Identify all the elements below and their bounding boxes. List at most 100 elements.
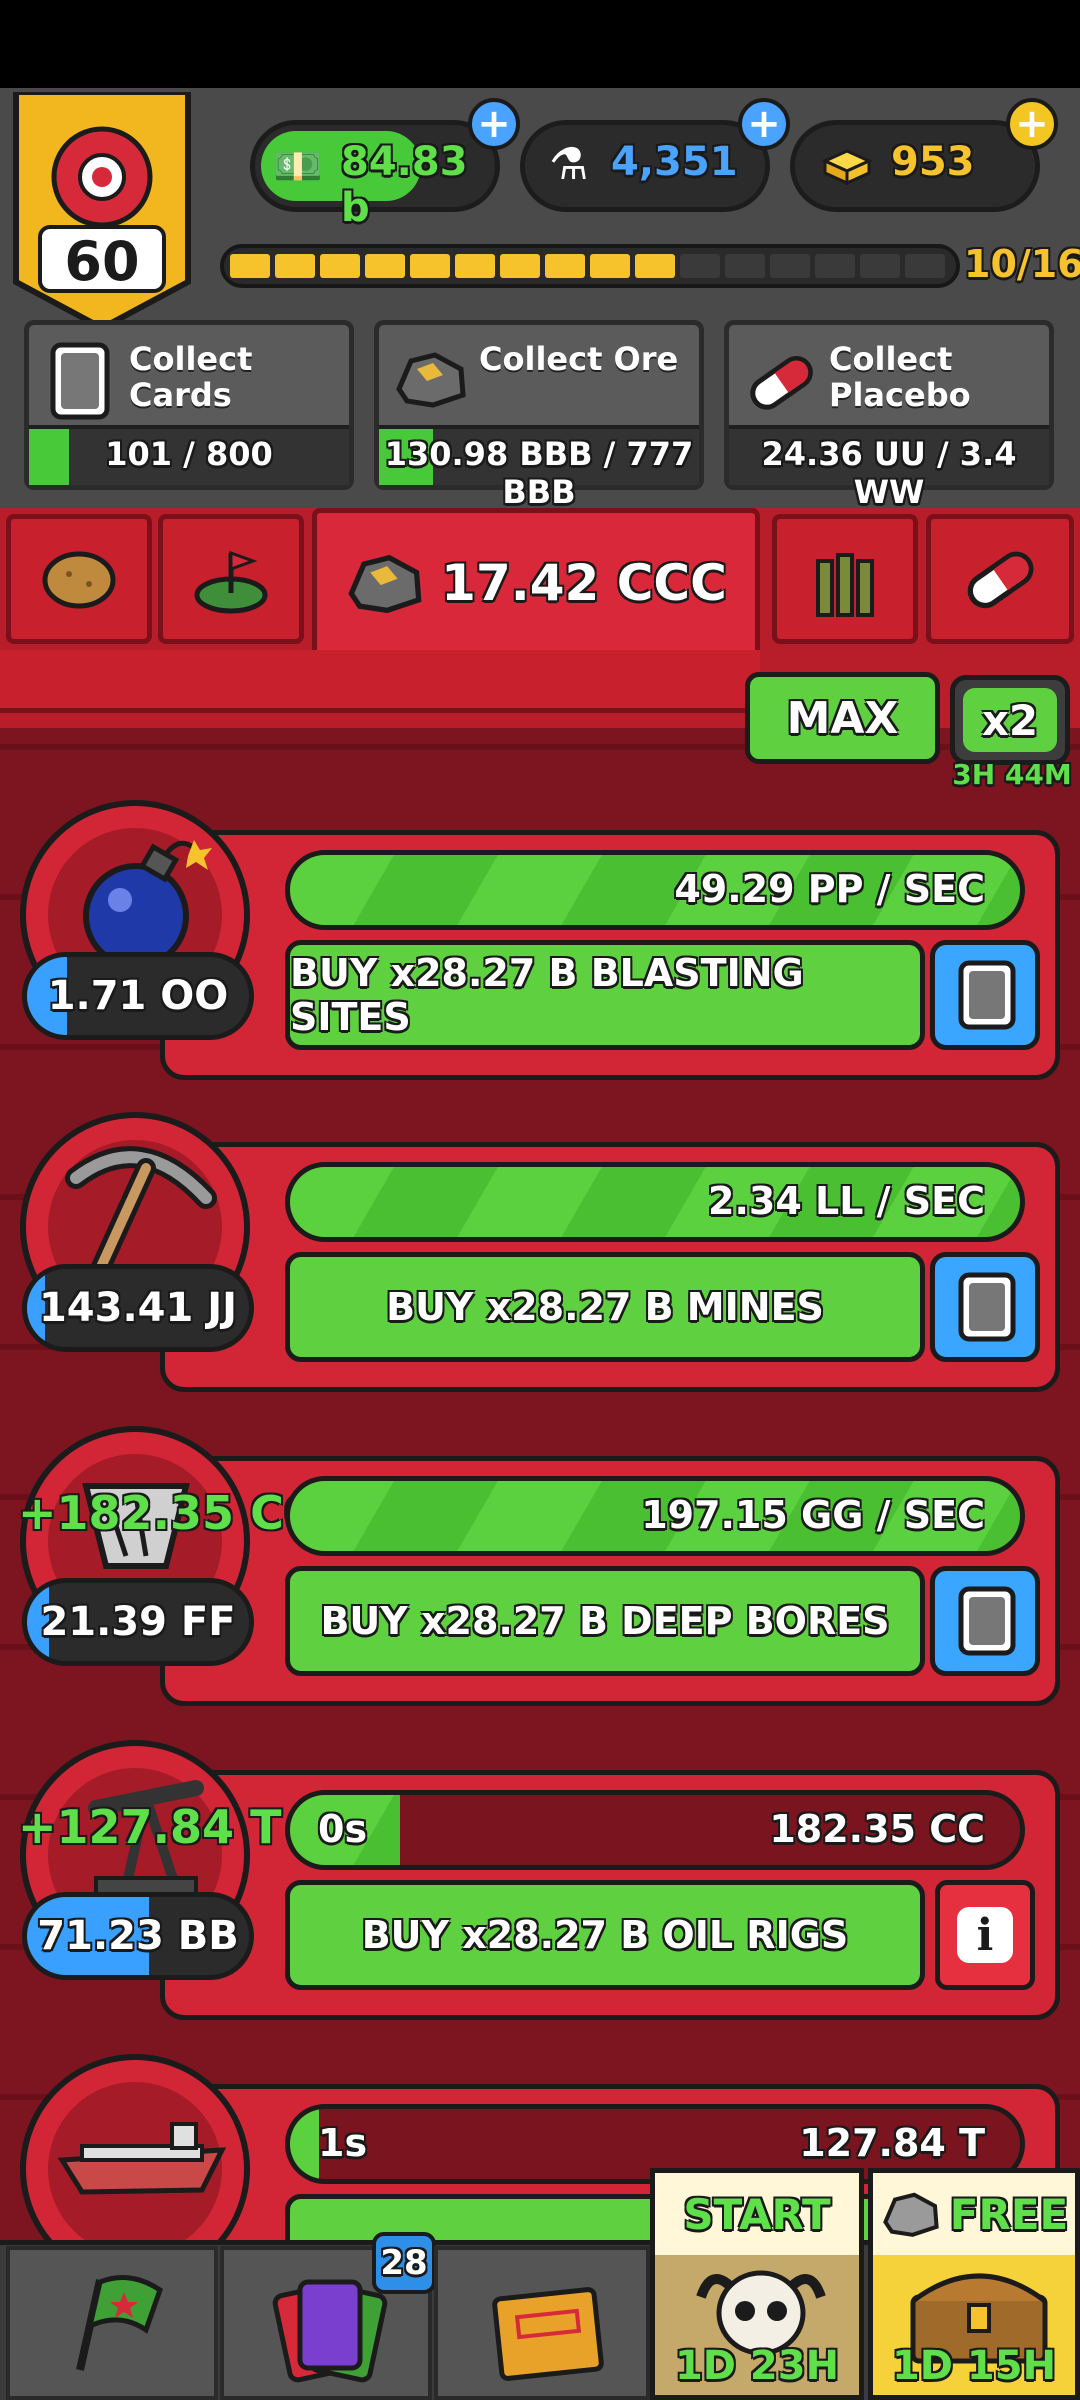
buy-label: BUY x28.27 B BLASTING SITES [290, 951, 804, 1039]
add-gold-button[interactable]: + [1006, 98, 1058, 150]
upgrade-card-button[interactable] [930, 1566, 1040, 1676]
pill-icon [750, 355, 813, 410]
xp-segment [410, 254, 450, 278]
upgrade-card-button[interactable] [930, 940, 1040, 1050]
production-bar: 0s 182.35 CC [285, 1790, 1025, 1870]
science-value: 4,351 [611, 139, 738, 185]
owned-count-pill: 143.41 JJ [22, 1264, 254, 1352]
buy-blasting-sites-button[interactable]: BUY x28.27 B BLASTING SITES [285, 940, 925, 1050]
tab-ammo[interactable] [772, 514, 918, 644]
card-icon [958, 1586, 1016, 1656]
xp-segment [590, 254, 630, 278]
production-bar: 49.29 PP / SEC [285, 850, 1025, 930]
xp-segment [725, 254, 765, 278]
ore-icon [396, 352, 466, 408]
gold-bar-icon [821, 149, 873, 186]
max-label: MAX [786, 692, 899, 744]
production-rate: 182.35 CC [769, 1807, 985, 1851]
event-start-button[interactable]: START 1D 23H [650, 2168, 864, 2400]
buy-deep-bores-button[interactable]: BUY x28.27 B DEEP BORES [285, 1566, 925, 1676]
collect-cards-progress: 101 / 800 [29, 425, 349, 485]
map-flag-icon [194, 550, 268, 614]
event-free-button[interactable]: FREE 1D 15H [868, 2168, 1080, 2400]
gold-pill[interactable]: 953 [790, 120, 1040, 212]
ore-icon [348, 554, 422, 614]
potato-icon [42, 551, 116, 609]
xp-segment [230, 254, 270, 278]
upgrade-card-button[interactable] [930, 1252, 1040, 1362]
x2-boost-button[interactable]: x2 [950, 675, 1070, 765]
plus-icon: + [477, 101, 511, 147]
xp-segment [860, 254, 900, 278]
collect-cards-button[interactable]: Collect Cards 101 / 800 [24, 320, 354, 490]
xp-segment [815, 254, 855, 278]
plus-icon: + [1015, 101, 1049, 147]
info-button[interactable]: i [935, 1880, 1035, 1990]
industry-row-mines: 143.41 JJ 2.34 LL / SEC BUY x28.27 B MIN… [10, 1102, 1070, 1392]
owned-count-pill: 1.71 OO [22, 952, 254, 1040]
nav-research-button[interactable] [434, 2246, 650, 2400]
owned-count: 21.39 FF [40, 1599, 236, 1645]
collect-ore-button[interactable]: Collect Ore 130.98 BBB / 777 BBB [374, 320, 704, 511]
cards-badge-count: 28 [380, 2243, 428, 2283]
max-buy-button[interactable]: MAX [745, 672, 940, 764]
tab-ore[interactable]: 17.42 CCC [312, 508, 760, 658]
level-banner[interactable]: 60 [10, 89, 194, 332]
flask-icon: ⚗ [549, 139, 589, 190]
production-rate: 127.84 T [799, 2121, 985, 2165]
tab-placebo[interactable] [926, 514, 1074, 644]
cards-icon [272, 2279, 388, 2383]
production-rate: 2.34 LL / SEC [708, 1179, 985, 1223]
production-rate: 49.29 PP / SEC [674, 867, 985, 911]
collect-ore-title: Collect Ore [479, 340, 679, 378]
flag-icon [76, 2275, 164, 2371]
collect-placebo-value: 24.36 UU / 3.4 WW [761, 435, 1017, 511]
card-icon [958, 1272, 1016, 1342]
nav-map-button[interactable] [6, 2246, 218, 2400]
buy-mines-button[interactable]: BUY x28.27 B MINES [285, 1252, 925, 1362]
xp-segment [635, 254, 675, 278]
tanker-ship-icon [57, 2122, 227, 2195]
buy-label: BUY x28.27 B MINES [386, 1285, 824, 1329]
collect-placebo-title: Collect Placebo [829, 340, 971, 414]
xp-progress-bar [220, 244, 960, 288]
event-free-label: FREE [949, 2189, 1069, 2239]
event-start-timer: 1D 23H [674, 2343, 840, 2389]
tab-map[interactable] [158, 514, 304, 644]
add-cash-button[interactable]: + [468, 98, 520, 150]
owned-count: 71.23 BB [37, 1913, 239, 1959]
collect-placebo-button[interactable]: Collect Placebo 24.36 UU / 3.4 WW [724, 320, 1054, 511]
card-icon [50, 342, 110, 420]
cash-icon: 💵 [273, 144, 323, 190]
collect-placebo-progress: 24.36 UU / 3.4 WW [729, 425, 1049, 511]
xp-progress-text: 10/16 [964, 242, 1080, 286]
collect-ore-value: 130.98 BBB / 777 BBB [384, 435, 694, 511]
owned-count-pill: 71.23 BB [22, 1892, 254, 1980]
tab-underline [0, 650, 760, 713]
tab-potato[interactable] [6, 514, 152, 644]
earnings-popup: +127.84 T [18, 1800, 282, 1854]
buy-oil-rigs-button[interactable]: BUY x28.27 B OIL RIGS [285, 1880, 925, 1990]
cash-pill[interactable]: 💵 84.83 b [250, 120, 500, 231]
ore-total-value: 17.42 CCC [441, 554, 727, 612]
production-bar: 2.34 LL / SEC [285, 1162, 1025, 1242]
science-pill[interactable]: ⚗ 4,351 [520, 120, 770, 212]
owned-count: 1.71 OO [47, 973, 229, 1019]
earnings-popup: +182.35 CC [18, 1486, 318, 1540]
x2-label: x2 [981, 695, 1039, 745]
ore-icon [882, 2192, 939, 2237]
production-timer: 0s [318, 1807, 368, 1851]
add-science-button[interactable]: + [738, 98, 790, 150]
collect-ore-progress: 130.98 BBB / 777 BBB [379, 425, 699, 511]
event-free-timer: 1D 15H [891, 2343, 1057, 2389]
plus-icon: + [747, 101, 781, 147]
x2-timer: 3H 44M [952, 758, 1072, 791]
xp-segment [770, 254, 810, 278]
xp-segment [905, 254, 945, 278]
pill-icon [967, 551, 1034, 609]
collect-cards-value: 101 / 800 [105, 435, 273, 473]
industry-row-oil-rigs: +127.84 T 71.23 BB 0s 182.35 CC BUY x28.… [10, 1730, 1070, 2020]
industry-row-deep-bores: +182.35 CC 21.39 FF 197.15 GG / SEC BUY … [10, 1416, 1070, 1706]
production-rate: 197.15 GG / SEC [641, 1493, 985, 1537]
xp-segment [320, 254, 360, 278]
